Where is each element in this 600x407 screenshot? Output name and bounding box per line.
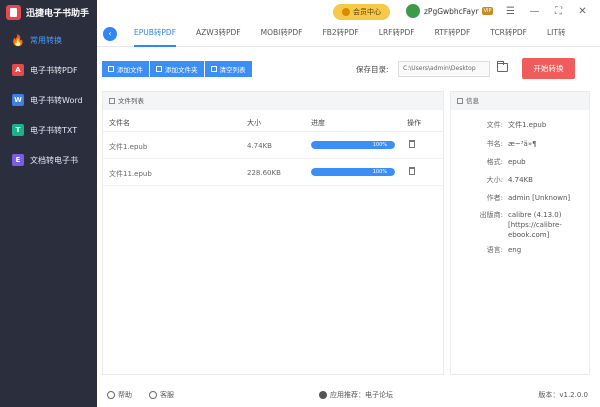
menu-icon[interactable]: ☰ xyxy=(503,5,518,19)
maximize-icon[interactable]: ⛶ xyxy=(551,5,566,19)
start-convert-button[interactable]: 开始转换 xyxy=(522,58,575,79)
fire-icon: 🔥 xyxy=(11,33,25,47)
sidebar-item-label: 电子书转Word xyxy=(30,95,83,105)
col-size: 大小 xyxy=(247,119,261,127)
tab-fb2-to-pdf[interactable]: FB2转PDF xyxy=(322,25,358,47)
pdf-icon: A xyxy=(12,64,24,76)
footer: 帮助 客服 应用推荐：电子论坛 版本：v1.2.0.0 xyxy=(97,380,600,407)
add-file-icon xyxy=(108,66,114,72)
add-folder-button[interactable]: 添加文件夹 xyxy=(150,61,204,77)
folder-icon[interactable] xyxy=(497,61,508,72)
format-tabbar: ‹ EPUB转PDF AZW3转PDF MOBI转PDF FB2转PDF LRF… xyxy=(97,25,600,47)
col-action: 操作 xyxy=(407,119,421,127)
sidebar-item-ebook-to-word[interactable]: W 电子书转Word xyxy=(0,85,97,115)
col-progress: 进度 xyxy=(311,119,325,127)
help-link[interactable]: 帮助 xyxy=(107,390,132,400)
title-bar: 会员中心 zPgGwbhcFayr VIP ☰ — ⛶ ✕ xyxy=(97,0,600,25)
username: zPgGwbhcFayr xyxy=(424,6,479,16)
ebook-icon: E xyxy=(12,154,24,166)
tab-tcr-to-pdf[interactable]: TCR转PDF xyxy=(490,25,527,47)
avatar xyxy=(406,4,420,18)
delete-icon[interactable] xyxy=(409,167,415,175)
table-row[interactable]: 文件1.epub 4.74KB 100% xyxy=(103,132,443,159)
headset-icon xyxy=(149,391,157,399)
file-name: 文件1.epub xyxy=(109,143,148,151)
format-tabs: EPUB转PDF AZW3转PDF MOBI转PDF FB2转PDF LRF转P… xyxy=(134,25,585,47)
app-logo-icon xyxy=(6,5,21,20)
app-recommend-link[interactable]: 应用推荐：电子论坛 xyxy=(319,390,393,400)
info-panel: 信息 文件: 文件1.epub 书名: æ~³ä»¶ 格式: epub 大小: … xyxy=(450,91,590,375)
add-file-button[interactable]: 添加文件 xyxy=(102,61,149,77)
sidebar-item-label: 电子书转PDF xyxy=(30,65,78,75)
window-controls: ☰ — ⛶ ✕ xyxy=(494,5,590,19)
tab-rtf-to-pdf[interactable]: RTF转PDF xyxy=(435,25,471,47)
file-list-panel: 文件列表 文件名 大小 进度 操作 文件1.epub 4.74KB 100% 文… xyxy=(102,91,444,375)
add-folder-icon xyxy=(156,66,162,72)
info-icon xyxy=(457,98,463,104)
file-size: 4.74KB xyxy=(247,142,272,150)
file-name: 文件11.epub xyxy=(109,170,152,178)
tab-mobi-to-pdf[interactable]: MOBI转PDF xyxy=(261,25,303,47)
clear-icon xyxy=(210,66,217,72)
minimize-icon[interactable]: — xyxy=(527,5,542,19)
sidebar-item-common[interactable]: 🔥 常用转换 xyxy=(0,25,97,55)
sidebar-item-ebook-to-pdf[interactable]: A 电子书转PDF xyxy=(0,55,97,85)
vip-badge: VIP xyxy=(481,7,494,15)
progress-bar: 100% xyxy=(311,168,395,176)
progress-bar: 100% xyxy=(311,141,395,149)
back-icon[interactable]: ‹ xyxy=(103,27,117,41)
col-filename: 文件名 xyxy=(109,119,130,127)
help-icon xyxy=(107,391,115,399)
file-list-header: 文件列表 xyxy=(103,92,443,110)
clear-list-button[interactable]: 清空列表 xyxy=(204,61,252,77)
save-dir-label: 保存目录: xyxy=(356,65,389,74)
table-row[interactable]: 文件11.epub 228.60KB 100% xyxy=(103,159,443,186)
feedback-link[interactable]: 客服 xyxy=(149,390,174,400)
app-title: 迅捷电子书助手 xyxy=(26,9,90,19)
info-header: 信息 xyxy=(451,92,589,110)
txt-icon: T xyxy=(12,124,24,136)
list-icon xyxy=(109,98,115,104)
version-label: 版本：v1.2.0.0 xyxy=(538,391,588,399)
sidebar-item-label: 文档转电子书 xyxy=(30,155,78,165)
sidebar-item-doc-to-ebook[interactable]: E 文档转电子书 xyxy=(0,145,97,175)
app-header: 迅捷电子书助手 xyxy=(0,0,97,25)
crown-icon xyxy=(342,8,350,16)
tab-lrf-to-pdf[interactable]: LRF转PDF xyxy=(379,25,415,47)
user-info[interactable]: zPgGwbhcFayr VIP xyxy=(406,4,494,18)
member-center-button[interactable]: 会员中心 xyxy=(333,4,390,20)
app-icon xyxy=(319,391,327,399)
save-path-input[interactable]: C:\Users\admin\Desktop xyxy=(398,61,490,77)
tab-lit-to-pdf[interactable]: LIT转 xyxy=(547,25,565,47)
progress-fill: 100% xyxy=(311,168,395,176)
sidebar: 迅捷电子书助手 🔥 常用转换 A 电子书转PDF W 电子书转Word T 电子… xyxy=(0,0,97,407)
progress-fill: 100% xyxy=(311,141,395,149)
tab-epub-to-pdf[interactable]: EPUB转PDF xyxy=(134,25,177,47)
sidebar-item-ebook-to-txt[interactable]: T 电子书转TXT xyxy=(0,115,97,145)
delete-icon[interactable] xyxy=(409,140,415,148)
file-toolbar: 添加文件 添加文件夹 清空列表 xyxy=(102,61,253,77)
close-icon[interactable]: ✕ xyxy=(575,5,590,19)
table-header: 文件名 大小 进度 操作 xyxy=(103,110,443,132)
sidebar-item-label: 电子书转TXT xyxy=(30,125,78,135)
file-size: 228.60KB xyxy=(247,169,281,177)
word-icon: W xyxy=(12,94,24,106)
sidebar-item-label: 常用转换 xyxy=(30,35,62,45)
tab-azw3-to-pdf[interactable]: AZW3转PDF xyxy=(196,25,241,47)
